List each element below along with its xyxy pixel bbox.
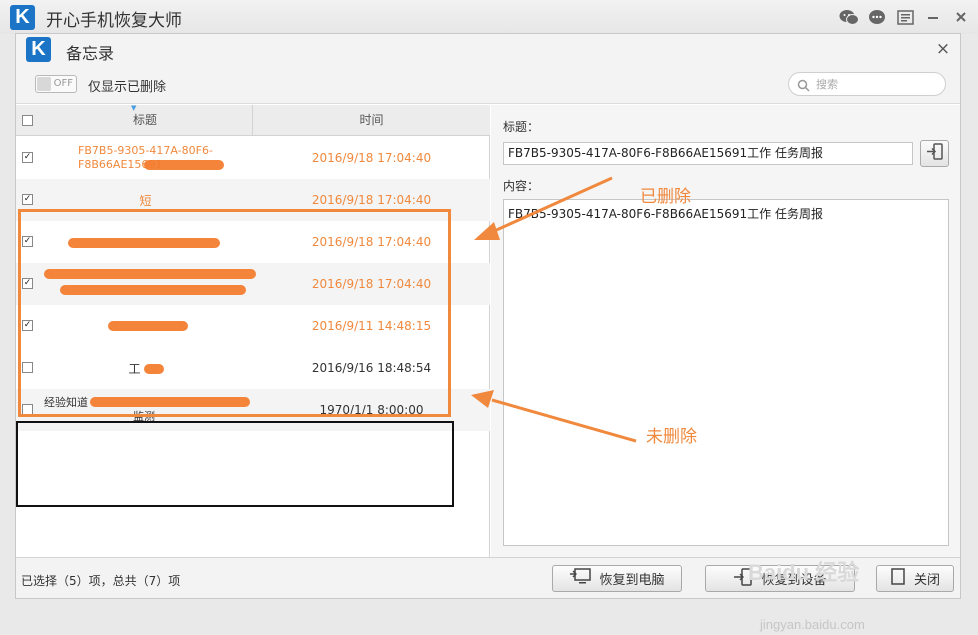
deleted-items-highlight	[18, 209, 451, 417]
selection-info: 已选择（5）项，总共（7）项	[21, 574, 181, 588]
table-row[interactable]: ✓ FB7B5-9305-417A-80F6- F8B66AE15691 2016…	[16, 137, 490, 179]
kept-items-highlight	[16, 421, 454, 507]
title-label: 标题：	[503, 120, 540, 134]
show-deleted-toggle[interactable]: OFF	[35, 75, 77, 93]
baidu-watermark: Baidu 经验	[748, 560, 860, 585]
dialog-logo: K	[26, 37, 51, 62]
watermark-url: jingyan.baidu.com	[760, 617, 865, 632]
app-titlebar: K 开心手机恢复大师	[0, 0, 978, 34]
search-box	[788, 72, 946, 96]
minimize-icon[interactable]	[922, 7, 944, 27]
dialog-title: 备忘录	[66, 44, 115, 63]
app-title: 开心手机恢复大师	[46, 11, 182, 31]
app-logo: K	[10, 5, 35, 30]
not-deleted-annotation: 未删除	[646, 427, 697, 447]
memo-dialog: K 备忘录 × OFF 仅显示已删除 标题 时间 ▼ ✓ FB7B	[15, 33, 961, 599]
title-field[interactable]: FB7B5-9305-417A-80F6-F8B66AE15691工作 任务周报	[503, 142, 913, 165]
row-checkbox[interactable]: ✓	[22, 194, 33, 205]
column-header-time[interactable]: 时间	[253, 105, 490, 135]
table-header: 标题 时间 ▼	[16, 105, 490, 136]
close-label: 关闭	[913, 573, 940, 588]
content-field[interactable]: FB7B5-9305-417A-80F6-F8B66AE15691工作 任务周报	[503, 199, 949, 546]
toggle-state: OFF	[53, 78, 73, 89]
export-icon	[926, 143, 944, 164]
sort-indicator-icon: ▼	[131, 104, 137, 112]
wechat-icon[interactable]	[838, 7, 860, 27]
export-button[interactable]	[920, 140, 949, 167]
row-time: 2016/9/18 17:04:40	[311, 151, 432, 165]
memo-list: 标题 时间 ▼ ✓ FB7B5-9305-417A-80F6- F8B66AE15…	[16, 105, 490, 557]
row-title: FB7B5-9305-417A-80F6- F8B66AE15691	[78, 144, 213, 171]
memo-detail: 标题： FB7B5-9305-417A-80F6-F8B66AE15691工作 …	[491, 105, 960, 557]
column-header-title[interactable]: 标题	[38, 105, 253, 135]
filter-toolbar: OFF 仅显示已删除	[16, 66, 960, 104]
restore-to-pc-button[interactable]: 恢复到电脑	[552, 565, 682, 592]
toggle-knob	[37, 77, 51, 91]
titlebar-icons	[838, 7, 972, 27]
dialog-close-button[interactable]: ×	[934, 40, 952, 58]
select-all-checkbox[interactable]	[21, 114, 33, 126]
dialog-header: K 备忘录 ×	[16, 34, 960, 66]
search-input[interactable]	[816, 76, 936, 92]
redaction-mark	[144, 160, 224, 170]
computer-icon	[569, 568, 592, 589]
menu-list-icon[interactable]	[894, 7, 916, 27]
exit-icon	[890, 568, 906, 589]
chat-icon[interactable]	[866, 7, 888, 27]
content-label: 内容：	[503, 179, 540, 193]
search-icon	[797, 77, 810, 96]
close-icon[interactable]	[950, 7, 972, 27]
show-deleted-label: 仅显示已删除	[88, 80, 167, 95]
close-button[interactable]: 关闭	[876, 565, 954, 592]
row-checkbox[interactable]: ✓	[22, 152, 33, 163]
restore-to-pc-label: 恢复到电脑	[599, 573, 665, 588]
deleted-annotation: 已删除	[640, 187, 691, 207]
